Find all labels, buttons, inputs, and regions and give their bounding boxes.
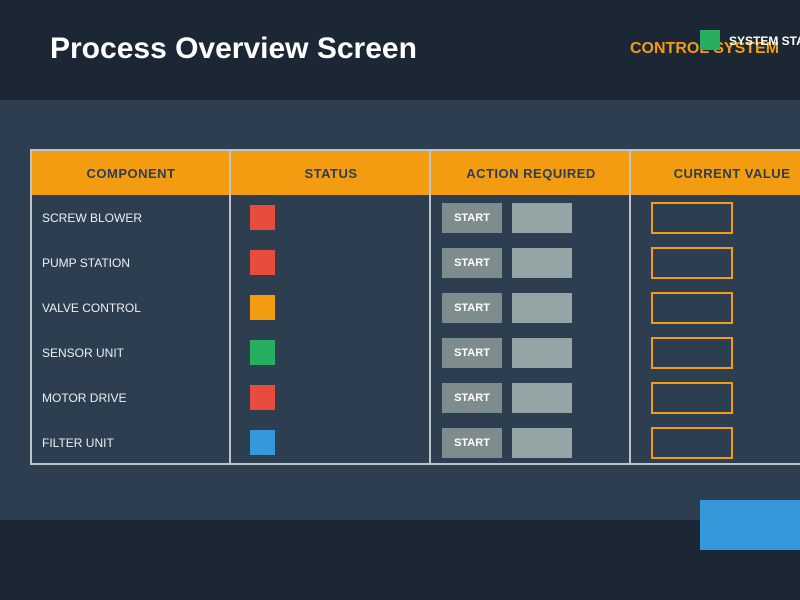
status-indicator <box>250 430 275 455</box>
start-button[interactable]: START <box>442 338 502 368</box>
current-value-box[interactable] <box>651 202 733 234</box>
column-header-action-required: ACTION REQUIRED <box>466 165 596 181</box>
action-field[interactable] <box>512 383 572 413</box>
current-value-box[interactable] <box>651 427 733 459</box>
component-name: FILTER UNIT <box>42 435 114 450</box>
column-divider <box>429 149 431 465</box>
action-field[interactable] <box>512 428 572 458</box>
component-name: VALVE CONTROL <box>42 300 141 315</box>
table-row: MOTOR DRIVE START <box>32 375 800 420</box>
system-status-indicator <box>700 30 720 50</box>
start-button[interactable]: START <box>442 293 502 323</box>
column-header-status: STATUS <box>304 165 358 181</box>
start-button[interactable]: START <box>442 383 502 413</box>
table-row: VALVE CONTROL START <box>32 285 800 330</box>
action-field[interactable] <box>512 248 572 278</box>
table-row: SENSOR UNIT START <box>32 330 800 375</box>
component-name: MOTOR DRIVE <box>42 390 127 405</box>
status-indicator <box>250 385 275 410</box>
table-row: PUMP STATION START <box>32 240 800 285</box>
start-button[interactable]: START <box>442 203 502 233</box>
current-value-box[interactable] <box>651 247 733 279</box>
page-title: Process Overview Screen <box>50 32 417 65</box>
column-divider <box>629 149 631 465</box>
column-header-component: COMPONENT <box>86 165 176 181</box>
system-status-label: SYSTEM STATUS <box>729 34 800 48</box>
start-button[interactable]: START <box>442 248 502 278</box>
process-overview-page: Process Overview Screen CONTROL SYSTEM S… <box>0 0 800 600</box>
column-divider <box>229 149 231 465</box>
table-row: SCREW BLOWER START <box>32 195 800 240</box>
header-bar: Process Overview Screen CONTROL SYSTEM S… <box>0 0 800 100</box>
start-button[interactable]: START <box>442 428 502 458</box>
status-indicator <box>250 340 275 365</box>
status-indicator <box>250 250 275 275</box>
component-name: SENSOR UNIT <box>42 345 125 360</box>
action-field[interactable] <box>512 293 572 323</box>
table-row: FILTER UNIT START <box>32 420 800 465</box>
table-header: COMPONENT STATUS ACTION REQUIRED CURRENT… <box>32 151 800 195</box>
action-field[interactable] <box>512 203 572 233</box>
component-name: PUMP STATION <box>42 255 131 270</box>
component-name: SCREW BLOWER <box>42 210 143 225</box>
status-indicator <box>250 205 275 230</box>
action-field[interactable] <box>512 338 572 368</box>
column-header-current-value: CURRENT VALUE <box>673 165 791 181</box>
current-value-box[interactable] <box>651 292 733 324</box>
status-indicator <box>250 295 275 320</box>
current-value-box[interactable] <box>651 382 733 414</box>
footer-action-button[interactable] <box>700 500 800 550</box>
component-table: COMPONENT STATUS ACTION REQUIRED CURRENT… <box>30 149 800 465</box>
current-value-box[interactable] <box>651 337 733 369</box>
footer-bar <box>0 520 800 600</box>
